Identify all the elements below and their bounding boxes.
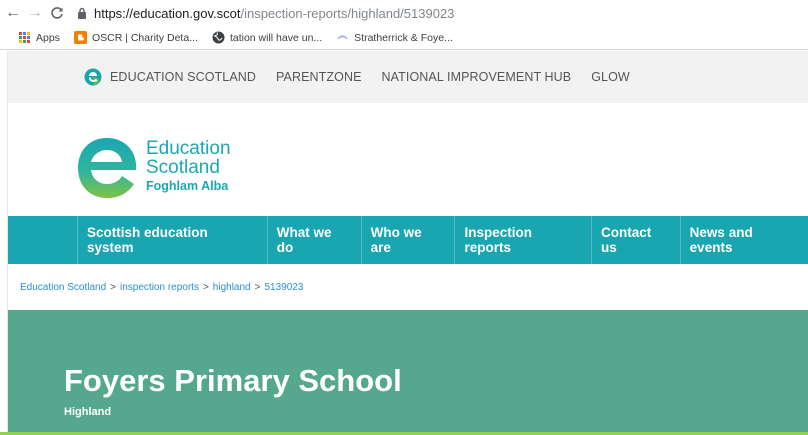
breadcrumb-link-inspection-reports[interactable]: inspection reports <box>120 282 199 293</box>
favicon-icon <box>336 31 349 44</box>
brand-line-education: Education <box>146 138 231 159</box>
bookmark-label: Apps <box>36 31 60 44</box>
breadcrumb-current: 5139023 <box>264 281 304 293</box>
breadcrumb-separator: > <box>110 281 117 293</box>
topbar-link-glow[interactable]: GLOW <box>591 70 630 84</box>
bookmark-label: OSCR | Charity Deta... <box>91 31 198 44</box>
nav-news-and-events[interactable]: News and events <box>681 216 808 264</box>
breadcrumb-link-highland[interactable]: highland <box>213 282 251 293</box>
lock-icon <box>74 5 90 21</box>
brand-wordmark[interactable]: Education Scotland Foghlam Alba <box>146 139 231 194</box>
hero-banner: Foyers Primary School Highland <box>8 310 808 432</box>
reload-icon[interactable] <box>46 2 68 24</box>
breadcrumb: Education Scotland > inspection reports … <box>8 264 808 310</box>
site-topbar: EDUCATION SCOTLAND PARENTZONE NATIONAL I… <box>8 51 808 103</box>
nav-scottish-education-system[interactable]: Scottish education system <box>77 216 268 264</box>
url-host: https://education.gov.scot <box>94 5 241 21</box>
blogger-icon <box>73 31 87 44</box>
bookmark-tation[interactable]: tation will have un... <box>212 31 322 44</box>
nav-contact-us[interactable]: Contact us <box>592 216 681 264</box>
bookmarks-bar: Apps OSCR | Charity Deta... tation will … <box>0 26 808 50</box>
bookmark-stratherrick[interactable]: Stratherrick & Foye... <box>336 31 453 44</box>
brand-line-scotland: Scotland <box>146 157 220 178</box>
nav-who-we-are[interactable]: Who we are <box>362 216 456 264</box>
nav-what-we-do[interactable]: What we do <box>268 216 362 264</box>
topbar-link-national-improvement-hub[interactable]: NATIONAL IMPROVEMENT HUB <box>382 70 572 84</box>
nav-inspection-reports[interactable]: Inspection reports <box>455 216 593 264</box>
bookmark-oscr[interactable]: OSCR | Charity Deta... <box>73 31 198 44</box>
topbar-link-parentzone[interactable]: PARENTZONE <box>276 70 362 84</box>
globe-icon <box>212 31 225 44</box>
url-path: /inspection-reports/highland/5139023 <box>240 5 455 21</box>
bookmark-label: tation will have un... <box>229 31 323 44</box>
back-arrow-icon[interactable]: ← <box>2 2 24 24</box>
bookmark-label: Stratherrick & Foye... <box>354 31 453 44</box>
bookmark-apps[interactable]: Apps <box>18 31 60 44</box>
page-subtitle: Highland <box>64 406 112 418</box>
topbar-link-education-scotland[interactable]: EDUCATION SCOTLAND <box>110 70 256 84</box>
main-navigation: Scottish education system What we do Who… <box>8 216 808 264</box>
apps-grid-icon <box>18 31 31 44</box>
education-scotland-small-logo-icon[interactable] <box>84 68 102 86</box>
brand-line-foghlam-alba: Foghlam Alba <box>146 179 229 193</box>
breadcrumb-link-education-scotland[interactable]: Education Scotland <box>20 282 106 293</box>
address-bar[interactable]: https://education.gov.scot/inspection-re… <box>74 2 764 24</box>
page-left-edge <box>0 51 8 432</box>
site-header: Education Scotland Foghlam Alba <box>8 103 808 216</box>
browser-toolbar: ← → https://education.gov.scot/inspectio… <box>0 0 808 26</box>
education-scotland-logo-icon[interactable] <box>76 136 138 200</box>
page-title: Foyers Primary School <box>64 363 402 398</box>
breadcrumb-separator: > <box>254 281 261 293</box>
breadcrumb-separator: > <box>202 281 209 293</box>
forward-arrow-icon[interactable]: → <box>24 2 46 24</box>
